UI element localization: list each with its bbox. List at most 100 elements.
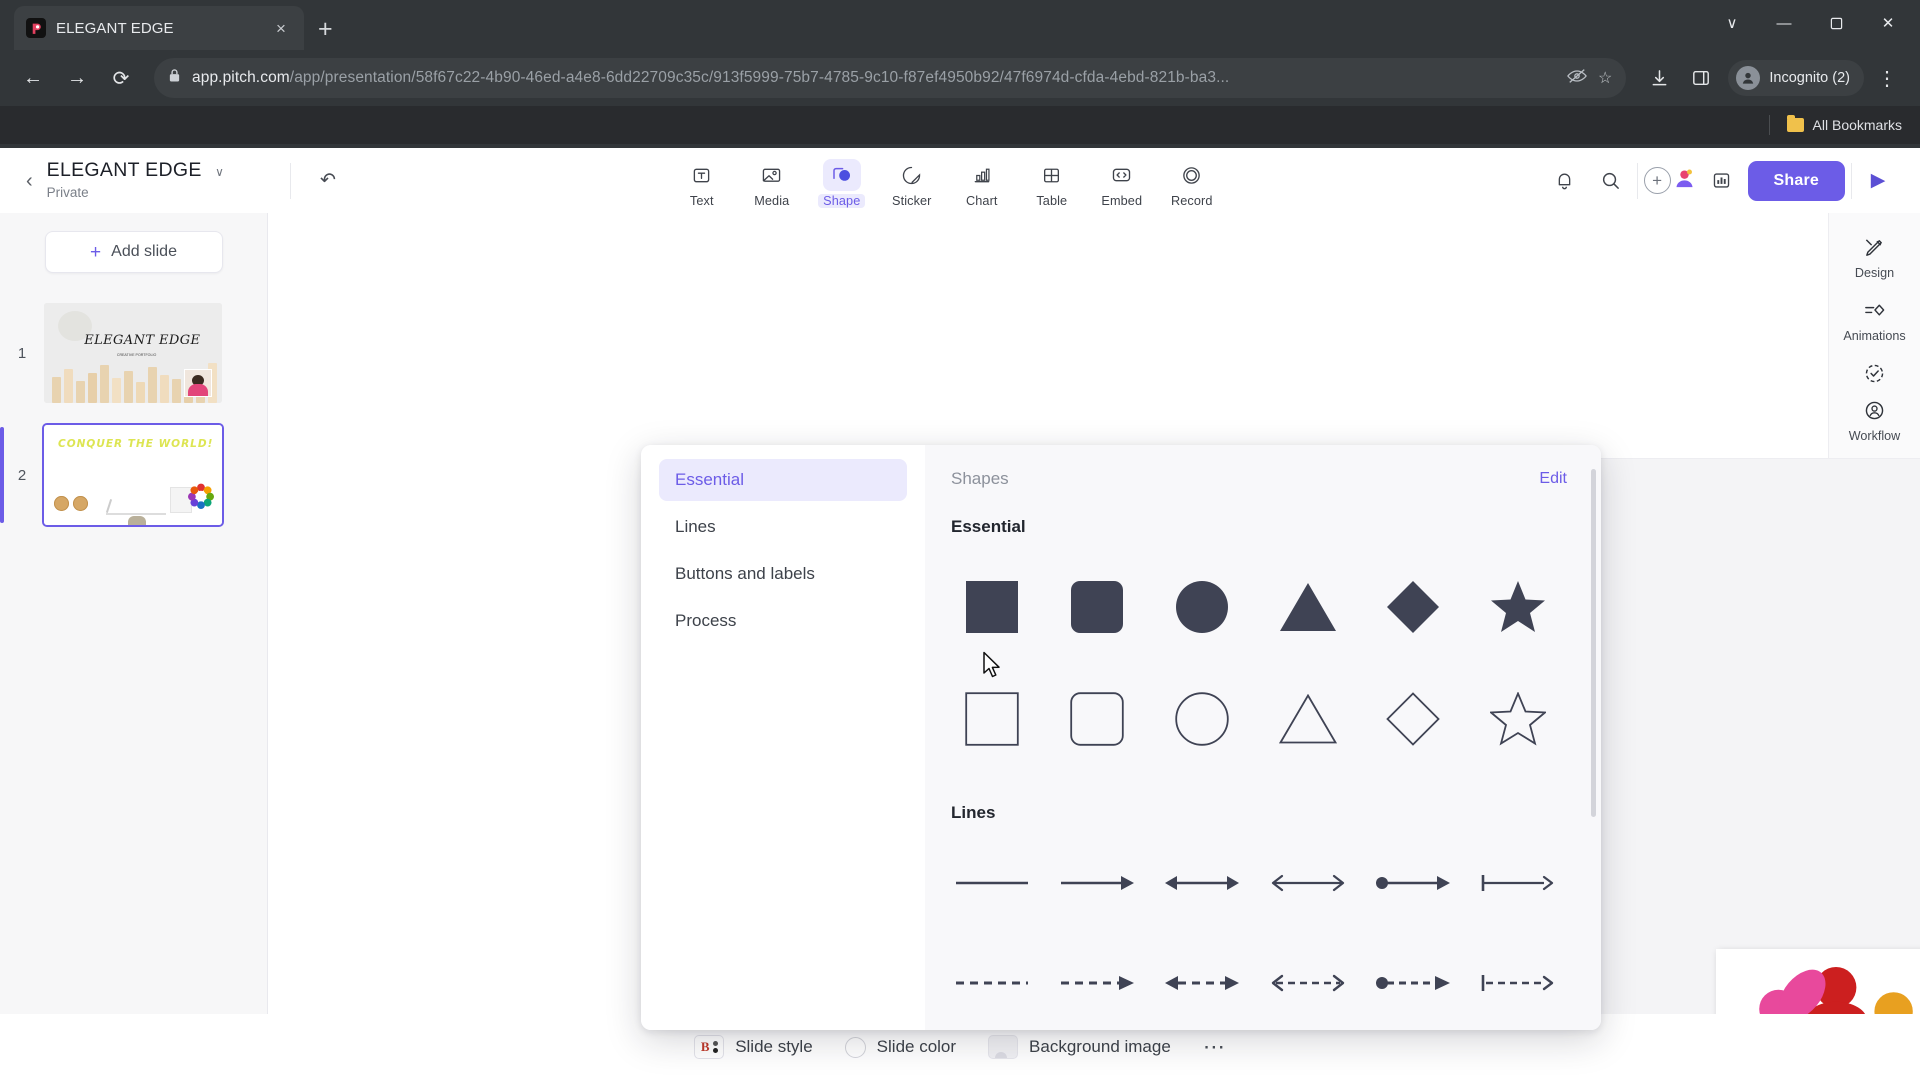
- bell-icon[interactable]: [1545, 161, 1585, 201]
- tool-sticker[interactable]: Sticker: [881, 156, 943, 208]
- deck-title[interactable]: ELEGANT EDGE: [47, 159, 202, 183]
- slide-style-button[interactable]: B Slide style: [680, 1027, 826, 1067]
- category-essential[interactable]: Essential: [659, 459, 907, 501]
- eye-off-icon[interactable]: [1567, 68, 1587, 89]
- slide-thumbnail-1[interactable]: ELEGANT EDGE CREATIVE PORTFOLIO: [44, 303, 222, 403]
- shapes-popover: Essential Lines Buttons and labels Proce…: [641, 445, 1601, 1030]
- shape-triangle-outline[interactable]: [1255, 663, 1360, 775]
- dashed-arrow-right[interactable]: [1044, 933, 1149, 1030]
- tool-text[interactable]: Text: [671, 156, 733, 208]
- search-icon[interactable]: [1591, 161, 1631, 201]
- sidebar-label: Workflow: [1848, 429, 1901, 443]
- essential-shape-grid: [925, 537, 1601, 775]
- category-buttons-and-labels[interactable]: Buttons and labels: [659, 553, 907, 595]
- dashed-arrow-both-thin[interactable]: [1255, 933, 1360, 1030]
- browser-actions: Incognito (2) ⋮: [1640, 59, 1906, 97]
- shape-star-outline[interactable]: [1466, 663, 1571, 775]
- slide-number: 2: [17, 466, 27, 484]
- shape-circle-outline[interactable]: [1150, 663, 1255, 775]
- present-button[interactable]: ▶: [1858, 161, 1898, 201]
- tool-media[interactable]: Media: [741, 156, 803, 208]
- more-options-icon[interactable]: ⋯: [1189, 1036, 1240, 1058]
- close-icon[interactable]: ×: [270, 20, 292, 37]
- shape-rounded-square-filled[interactable]: [1044, 551, 1149, 663]
- bookmark-star-icon[interactable]: ☆: [1598, 68, 1612, 88]
- share-button[interactable]: Share: [1747, 160, 1845, 201]
- lock-icon: [168, 68, 181, 88]
- dashed-plain[interactable]: [939, 933, 1044, 1030]
- line-arrow-right[interactable]: [1044, 833, 1149, 933]
- shape-diamond-filled[interactable]: [1360, 551, 1465, 663]
- background-image-label: Background image: [1029, 1037, 1171, 1056]
- avatar-icon: [1673, 167, 1696, 195]
- line-bar-arrow[interactable]: [1466, 833, 1571, 933]
- background-thumbnail-icon: [988, 1035, 1019, 1059]
- all-bookmarks-label[interactable]: All Bookmarks: [1813, 117, 1902, 133]
- minimize-button[interactable]: —: [1762, 6, 1806, 40]
- shape-rounded-square-outline[interactable]: [1044, 663, 1149, 775]
- slide-options-inner: B Slide style Slide color Background ima…: [670, 1023, 1250, 1071]
- address-bar[interactable]: app.pitch.com/app/presentation/58f67c22-…: [154, 58, 1627, 98]
- browser-navbar: ← → ⟳ app.pitch.com/app/presentation/58f…: [0, 50, 1920, 106]
- shape-star-filled[interactable]: [1466, 551, 1571, 663]
- back-to-dashboard-icon[interactable]: ‹: [26, 171, 33, 191]
- forward-icon[interactable]: →: [58, 59, 96, 97]
- back-icon[interactable]: ←: [14, 59, 52, 97]
- dashed-arrow-both-solid[interactable]: [1150, 933, 1255, 1030]
- chevron-down-icon[interactable]: ∨: [1710, 6, 1754, 40]
- category-lines[interactable]: Lines: [659, 506, 907, 548]
- download-icon[interactable]: [1640, 59, 1678, 97]
- tool-embed[interactable]: Embed: [1091, 156, 1153, 208]
- tool-label: Table: [1036, 194, 1068, 208]
- slide-thumbnail-2[interactable]: CONQUER THE WORLD!: [42, 423, 224, 527]
- browser-menu-icon[interactable]: ⋮: [1868, 59, 1906, 97]
- section-title-essential: Essential: [951, 517, 1026, 536]
- line-arrow-both-thin[interactable]: [1255, 833, 1360, 933]
- team-star-icon: [188, 483, 214, 509]
- line-dot-arrow[interactable]: [1360, 833, 1465, 933]
- background-image-button[interactable]: Background image: [974, 1027, 1185, 1067]
- shape-triangle-filled[interactable]: [1255, 551, 1360, 663]
- shape-square-filled[interactable]: [939, 551, 1044, 663]
- tool-label: Chart: [966, 194, 998, 208]
- add-collaborator-button[interactable]: +: [1643, 167, 1696, 195]
- shape-circle-filled[interactable]: [1150, 551, 1255, 663]
- add-slide-button[interactable]: + Add slide: [44, 231, 223, 273]
- animations-icon: [1855, 292, 1895, 328]
- text-icon: [683, 159, 721, 191]
- new-tab-button[interactable]: +: [318, 17, 333, 42]
- side-panel-icon[interactable]: [1682, 59, 1720, 97]
- slide-color-button[interactable]: Slide color: [831, 1029, 970, 1066]
- sidebar-item-design[interactable]: Design: [1833, 225, 1917, 286]
- slide-1-photo: [184, 369, 212, 397]
- cookies-art: [54, 496, 88, 511]
- edit-button[interactable]: Edit: [1539, 470, 1567, 488]
- shape-square-outline[interactable]: [939, 663, 1044, 775]
- dashed-bar-arrow[interactable]: [1466, 933, 1571, 1030]
- slide-list-item[interactable]: 2 CONQUER THE WORLD!: [0, 423, 267, 527]
- tool-record[interactable]: Record: [1161, 156, 1223, 208]
- analytics-icon[interactable]: [1702, 161, 1742, 201]
- line-arrow-both-solid[interactable]: [1150, 833, 1255, 933]
- shape-gallery: Shapes Edit Essential Lines: [925, 445, 1601, 1030]
- browser-tab[interactable]: ELEGANT EDGE ×: [14, 6, 304, 50]
- reload-icon[interactable]: ⟳: [102, 59, 140, 97]
- tool-shape[interactable]: Shape: [811, 156, 873, 208]
- close-window-button[interactable]: ✕: [1866, 6, 1910, 40]
- section-title-lines: Lines: [951, 803, 996, 822]
- tool-table[interactable]: Table: [1021, 156, 1083, 208]
- chevron-down-icon[interactable]: ∨: [215, 165, 224, 180]
- undo-icon[interactable]: ↶: [307, 160, 349, 202]
- sidebar-item-workflow[interactable]: Workflow: [1833, 351, 1917, 449]
- sidebar-item-animations[interactable]: Animations: [1833, 288, 1917, 349]
- slide-list-item[interactable]: 1 ELEGANT EDGE CREATIVE PORTFOLIO: [0, 303, 267, 403]
- category-process[interactable]: Process: [659, 600, 907, 642]
- dashed-dot-arrow[interactable]: [1360, 933, 1465, 1030]
- tool-chart[interactable]: Chart: [951, 156, 1013, 208]
- maximize-button[interactable]: [1814, 6, 1858, 40]
- incognito-profile-button[interactable]: Incognito (2): [1728, 60, 1864, 96]
- line-plain[interactable]: [939, 833, 1044, 933]
- shape-diamond-outline[interactable]: [1360, 663, 1465, 775]
- pitch-app: ‹ ELEGANT EDGE ∨ Private ↶ Text Media Sh…: [0, 148, 1920, 1080]
- gallery-scrollbar[interactable]: [1591, 469, 1596, 817]
